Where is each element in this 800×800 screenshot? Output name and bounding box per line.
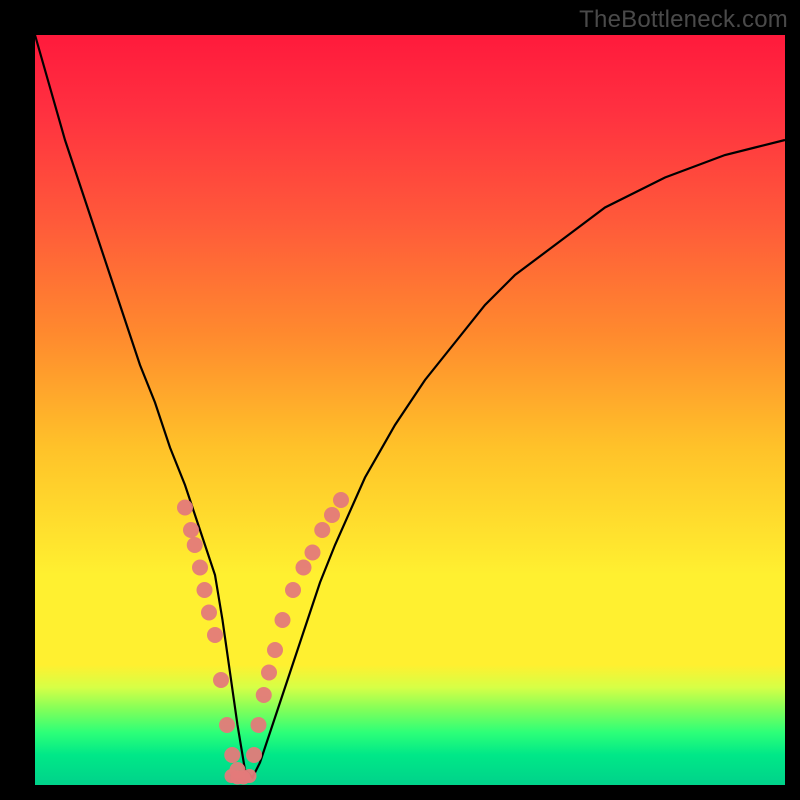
marker-dot [314,522,330,538]
plot-area [35,35,785,785]
marker-dot [219,717,235,733]
marker-dot [296,560,312,576]
marker-dot [177,500,193,516]
marker-dot [224,747,240,763]
marker-dots-right [246,492,349,763]
marker-dot [275,612,291,628]
marker-dots-bottom [225,769,257,785]
marker-dot [213,672,229,688]
marker-dot [207,627,223,643]
marker-dot [324,507,340,523]
marker-dot [333,492,349,508]
marker-dot [305,545,321,561]
marker-dot [192,560,208,576]
marker-dot [267,642,283,658]
marker-dot [243,769,257,783]
marker-dot [187,537,203,553]
marker-dot [201,605,217,621]
marker-dot [183,522,199,538]
marker-dot [251,717,267,733]
marker-dots-left [177,500,246,779]
curve-svg [35,35,785,785]
marker-dot [256,687,272,703]
bottleneck-curve [35,35,785,778]
marker-dot [261,665,277,681]
marker-dot [246,747,262,763]
watermark-text: TheBottleneck.com [579,6,788,34]
marker-dot [285,582,301,598]
chart-frame: TheBottleneck.com [0,0,800,800]
marker-dot [197,582,213,598]
